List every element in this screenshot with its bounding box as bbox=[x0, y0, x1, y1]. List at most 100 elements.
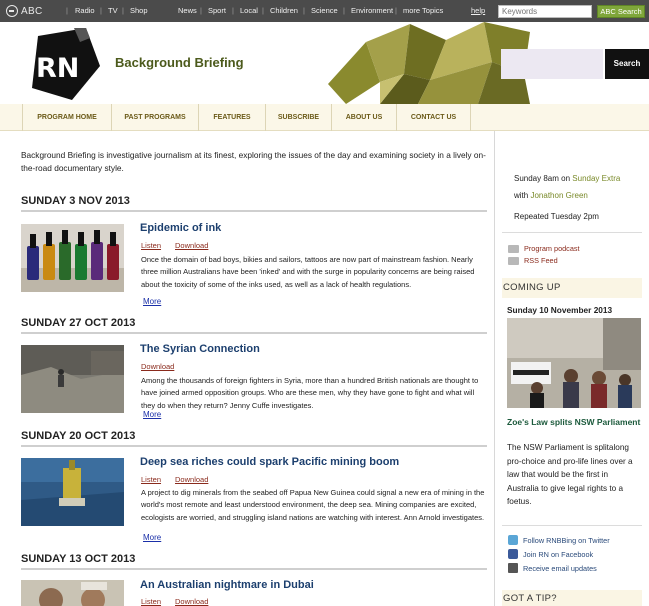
listen-link[interactable]: Listen bbox=[141, 475, 161, 484]
got-a-tip-heading: GOT A TIP? bbox=[502, 590, 642, 606]
rn-search-button[interactable]: Search bbox=[605, 49, 649, 79]
story-description: Once the domain of bad boys, bikies and … bbox=[141, 255, 475, 289]
facebook-icon bbox=[508, 549, 518, 559]
story-title[interactable]: The Syrian Connection bbox=[140, 343, 260, 355]
more-link[interactable]: More bbox=[143, 297, 161, 306]
story-description: Among the thousands of foreign fighters … bbox=[141, 376, 479, 410]
listen-link[interactable]: Listen bbox=[141, 597, 161, 606]
more-link[interactable]: More bbox=[143, 410, 161, 419]
program-podcast-link[interactable]: Program podcast bbox=[508, 244, 580, 253]
story-actions: Listen Download bbox=[141, 597, 222, 606]
program-header: RN Background Briefing Search bbox=[0, 22, 649, 104]
coming-up-date: Sunday 10 November 2013 bbox=[507, 305, 613, 315]
separator: | bbox=[122, 6, 124, 15]
nav-program-home[interactable]: PROGRAM HOME bbox=[22, 104, 111, 131]
nav-about-us[interactable]: ABOUT US bbox=[331, 104, 396, 131]
up-next-line1: Sunday 8am on Sunday Extra bbox=[514, 170, 649, 187]
download-link[interactable]: Download bbox=[141, 362, 174, 371]
separator: | bbox=[232, 6, 234, 15]
column-divider bbox=[494, 131, 495, 606]
topnav-news[interactable]: News bbox=[178, 6, 197, 15]
story-date-heading: SUNDAY 13 OCT 2013 bbox=[21, 553, 487, 570]
download-link[interactable]: Download bbox=[175, 597, 208, 606]
nav-features[interactable]: FEATURES bbox=[198, 104, 265, 131]
story-image-dubai[interactable] bbox=[21, 580, 124, 606]
nav-subscribe[interactable]: SUBSCRIBE bbox=[265, 104, 331, 131]
email-icon bbox=[508, 563, 518, 573]
facebook-label: Join RN on Facebook bbox=[523, 549, 594, 559]
separator: | bbox=[66, 6, 68, 15]
topnav-local[interactable]: Local bbox=[240, 6, 258, 15]
up-next-line2: with Jonathon Green bbox=[514, 187, 649, 204]
story-title[interactable]: Deep sea riches could spark Pacific mini… bbox=[140, 456, 399, 468]
download-link[interactable]: Download bbox=[175, 475, 208, 484]
topnav-sport[interactable]: Sport bbox=[208, 6, 226, 15]
story-actions: Listen Download bbox=[141, 241, 222, 250]
nav-contact-us[interactable]: CONTACT US bbox=[396, 104, 471, 131]
sunday-extra-link[interactable]: Sunday Extra bbox=[572, 174, 620, 183]
coming-up-title[interactable]: Zoe's Law splits NSW Parliament bbox=[507, 416, 641, 428]
story-title[interactable]: Epidemic of ink bbox=[140, 222, 221, 234]
topnav-children[interactable]: Children bbox=[270, 6, 298, 15]
abc-logo[interactable]: ABC bbox=[6, 4, 42, 18]
repeat-time: Repeated Tuesday 2pm bbox=[514, 212, 599, 221]
rss-icon bbox=[508, 256, 519, 265]
twitter-link[interactable]: Follow RNBBing on Twitter bbox=[508, 535, 610, 545]
story-date-heading: SUNDAY 20 OCT 2013 bbox=[21, 430, 487, 447]
more-link[interactable]: More bbox=[143, 533, 161, 542]
listen-link[interactable]: Listen bbox=[141, 241, 161, 250]
program-podcast-label: Program podcast bbox=[524, 244, 580, 253]
nav-past-programs[interactable]: PAST PROGRAMS bbox=[111, 104, 198, 131]
email-updates-link[interactable]: Receive email updates bbox=[508, 563, 597, 573]
separator: | bbox=[262, 6, 264, 15]
rn-search-input[interactable] bbox=[501, 49, 603, 79]
separator: | bbox=[303, 6, 305, 15]
divider bbox=[502, 525, 642, 526]
abc-logo-icon bbox=[6, 5, 18, 17]
podcast-icon bbox=[508, 244, 519, 253]
separator: | bbox=[200, 6, 202, 15]
separator: | bbox=[343, 6, 345, 15]
twitter-label: Follow RNBBing on Twitter bbox=[523, 535, 610, 545]
topnav-science[interactable]: Science bbox=[311, 6, 338, 15]
separator: | bbox=[100, 6, 102, 15]
story-actions: Download bbox=[141, 362, 188, 371]
story-date-heading: SUNDAY 27 OCT 2013 bbox=[21, 317, 487, 334]
rn-logo[interactable]: RN bbox=[28, 28, 100, 100]
story-title[interactable]: An Australian nightmare in Dubai bbox=[140, 579, 314, 591]
download-link[interactable]: Download bbox=[175, 241, 208, 250]
topnav-more-topics[interactable]: more Topics bbox=[403, 6, 443, 15]
divider bbox=[502, 232, 642, 233]
header-decorative-art bbox=[328, 22, 530, 104]
rss-feed-label: RSS Feed bbox=[524, 256, 558, 265]
topnav-help[interactable]: help bbox=[471, 6, 485, 15]
topnav-tv[interactable]: TV bbox=[108, 6, 118, 15]
topnav-radio[interactable]: Radio bbox=[75, 6, 95, 15]
abc-search-button[interactable]: ABC Search bbox=[597, 5, 645, 18]
program-intro: Background Briefing is investigative jou… bbox=[21, 150, 486, 173]
abc-top-bar: ABC | Radio | TV | Shop News | Sport | L… bbox=[0, 0, 649, 22]
story-image-deep-sea[interactable] bbox=[21, 458, 124, 526]
story-image-ink-bottles[interactable] bbox=[21, 224, 124, 292]
story-image-syria[interactable] bbox=[21, 345, 124, 413]
svg-text:RN: RN bbox=[36, 53, 79, 84]
program-title[interactable]: Background Briefing bbox=[115, 55, 244, 70]
facebook-link[interactable]: Join RN on Facebook bbox=[508, 549, 593, 559]
program-nav: PROGRAM HOME PAST PROGRAMS FEATURES SUBS… bbox=[0, 104, 649, 131]
abc-logo-text: ABC bbox=[21, 5, 43, 17]
coming-up-heading: COMING UP bbox=[502, 278, 642, 298]
topnav-environment[interactable]: Environment bbox=[351, 6, 393, 15]
rss-feed-link[interactable]: RSS Feed bbox=[508, 256, 558, 265]
topnav-shop[interactable]: Shop bbox=[130, 6, 148, 15]
story-date-heading: SUNDAY 3 NOV 2013 bbox=[21, 195, 487, 212]
abc-search-input[interactable] bbox=[498, 5, 592, 18]
coming-up-image-rally[interactable] bbox=[507, 318, 641, 408]
presenter-link[interactable]: Jonathon Green bbox=[530, 191, 587, 200]
coming-up-description: The NSW Parliament is splitalong pro-cho… bbox=[507, 443, 633, 506]
twitter-icon bbox=[508, 535, 518, 545]
email-updates-label: Receive email updates bbox=[523, 563, 597, 573]
story-actions: Listen Download bbox=[141, 475, 222, 484]
story-description: A project to dig minerals from the seabe… bbox=[141, 488, 485, 522]
up-next-line1-prefix: Sunday 8am on bbox=[514, 174, 571, 183]
up-next-box: Sunday 8am on Sunday Extra with Jonathon… bbox=[514, 170, 649, 225]
